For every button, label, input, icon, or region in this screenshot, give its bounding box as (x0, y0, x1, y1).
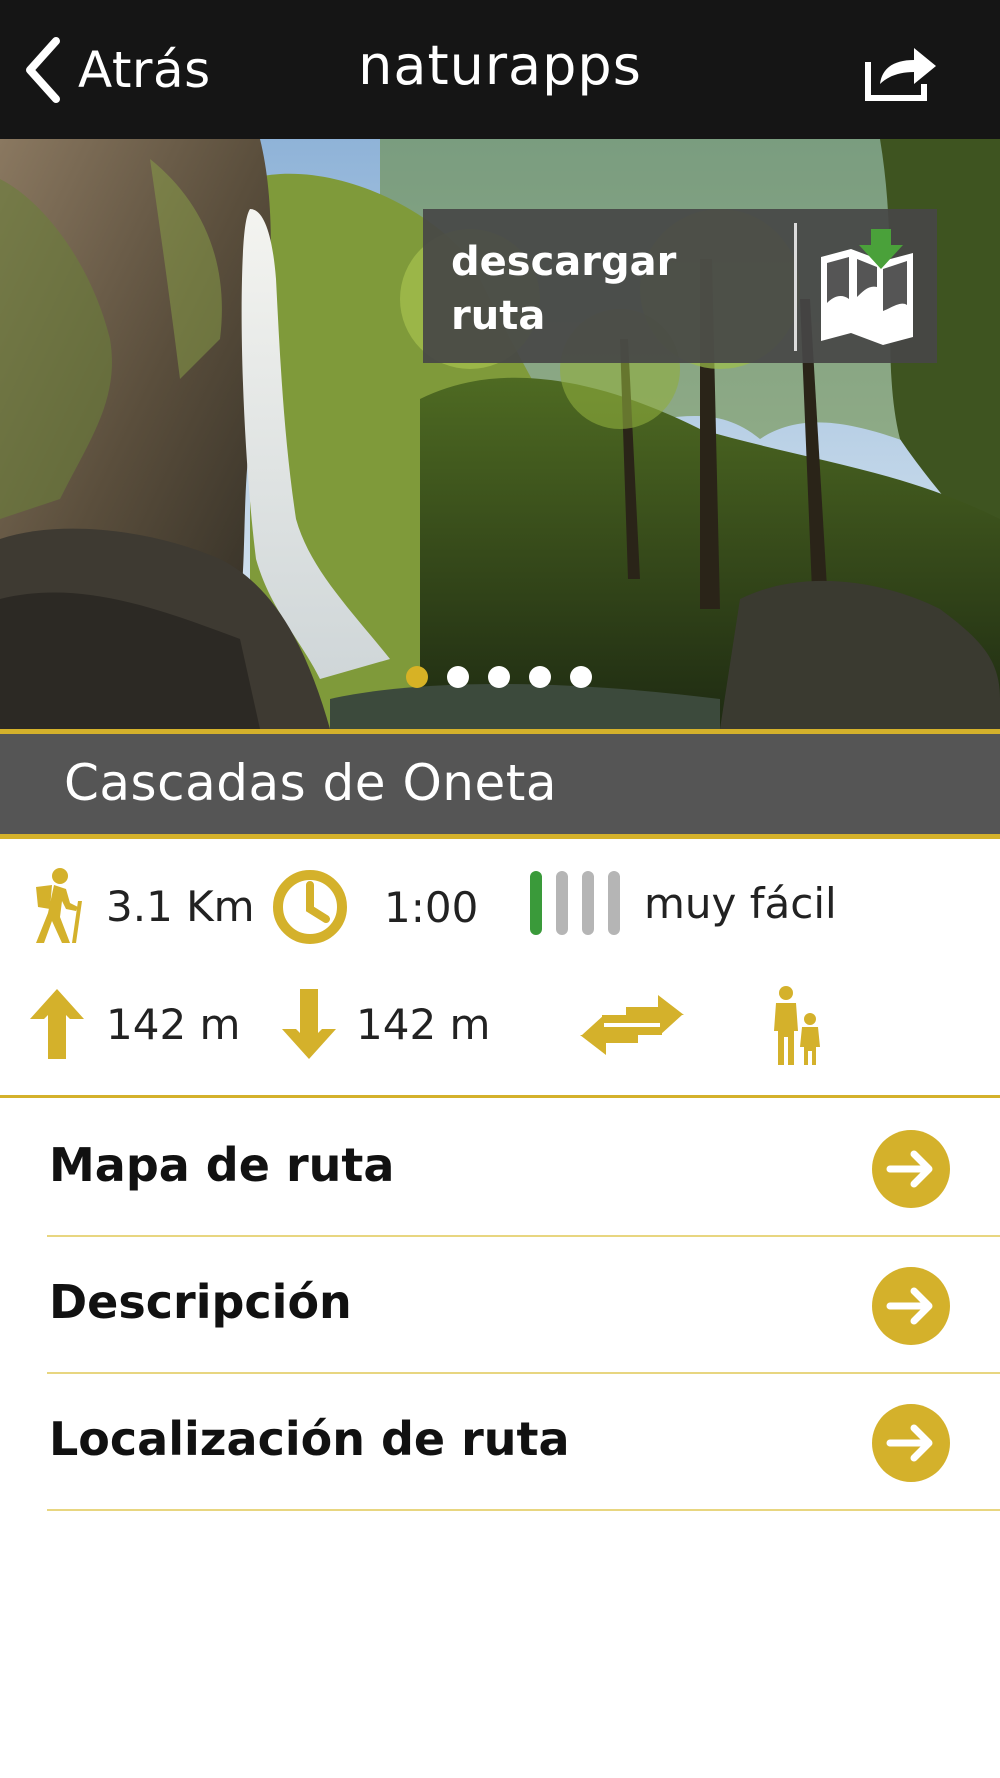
top-bar: Atrás naturapps (0, 0, 1000, 139)
ascent-value: 142 m (106, 999, 241, 1049)
download-label-line2: ruta (451, 293, 546, 339)
route-title: Cascadas de Oneta (64, 754, 557, 812)
clock-icon (273, 870, 347, 944)
hiker-icon (36, 868, 82, 943)
menu-item-route-map[interactable]: Mapa de ruta (47, 1100, 1000, 1237)
difficulty-bar (556, 871, 568, 935)
menu-item-label: Mapa de ruta (49, 1138, 395, 1192)
download-route-label: descargar ruta (451, 235, 771, 343)
download-divider (794, 223, 797, 351)
descent-stat: 142 m (280, 987, 490, 1061)
carousel-dot[interactable] (406, 666, 428, 688)
hero-carousel[interactable]: descargar ruta (0, 139, 1000, 729)
difficulty-bars-icon (530, 871, 620, 935)
distance-value: 3.1 Km (106, 881, 255, 931)
map-download-icon (821, 229, 913, 345)
carousel-dot[interactable] (529, 666, 551, 688)
stats-divider (0, 1095, 1000, 1098)
difficulty-bar (530, 871, 542, 935)
route-title-bar: Cascadas de Oneta (0, 729, 1000, 839)
difficulty-bar (582, 871, 594, 935)
menu-item-label: Descripción (49, 1275, 352, 1329)
round-trip-arrows-icon (580, 995, 684, 1055)
route-type-stat (578, 991, 686, 1059)
share-icon (865, 48, 936, 101)
route-stats: 3.1 Km 1:00 muy fácil 142 m 142 m (0, 839, 1000, 1097)
difficulty-bar (608, 871, 620, 935)
carousel-pagination (406, 666, 592, 688)
arrow-up-icon (30, 989, 84, 1059)
carousel-dot[interactable] (488, 666, 510, 688)
app-title: naturapps (358, 34, 642, 97)
arrow-right-icon[interactable] (870, 1265, 952, 1347)
share-button[interactable] (864, 40, 940, 102)
ascent-stat: 142 m (28, 987, 240, 1061)
carousel-dot[interactable] (570, 666, 592, 688)
arrow-down-icon (282, 989, 336, 1059)
arrow-right-icon[interactable] (870, 1128, 952, 1210)
descent-value: 142 m (356, 999, 491, 1049)
family-stat (768, 985, 824, 1067)
difficulty-value: muy fácil (644, 878, 837, 928)
download-route-button[interactable]: descargar ruta (423, 209, 937, 363)
distance-stat: 3.1 Km (26, 867, 255, 945)
duration-value: 1:00 (384, 882, 479, 932)
duration-stat: 1:00 (270, 867, 478, 947)
family-icon (774, 986, 820, 1065)
difficulty-stat: muy fácil (526, 867, 837, 939)
menu-item-label: Localización de ruta (49, 1412, 570, 1466)
download-label-line1: descargar (451, 239, 677, 285)
menu-item-description[interactable]: Descripción (47, 1237, 1000, 1374)
carousel-dot[interactable] (447, 666, 469, 688)
menu-item-route-location[interactable]: Localización de ruta (47, 1374, 1000, 1511)
arrow-right-icon[interactable] (870, 1402, 952, 1484)
